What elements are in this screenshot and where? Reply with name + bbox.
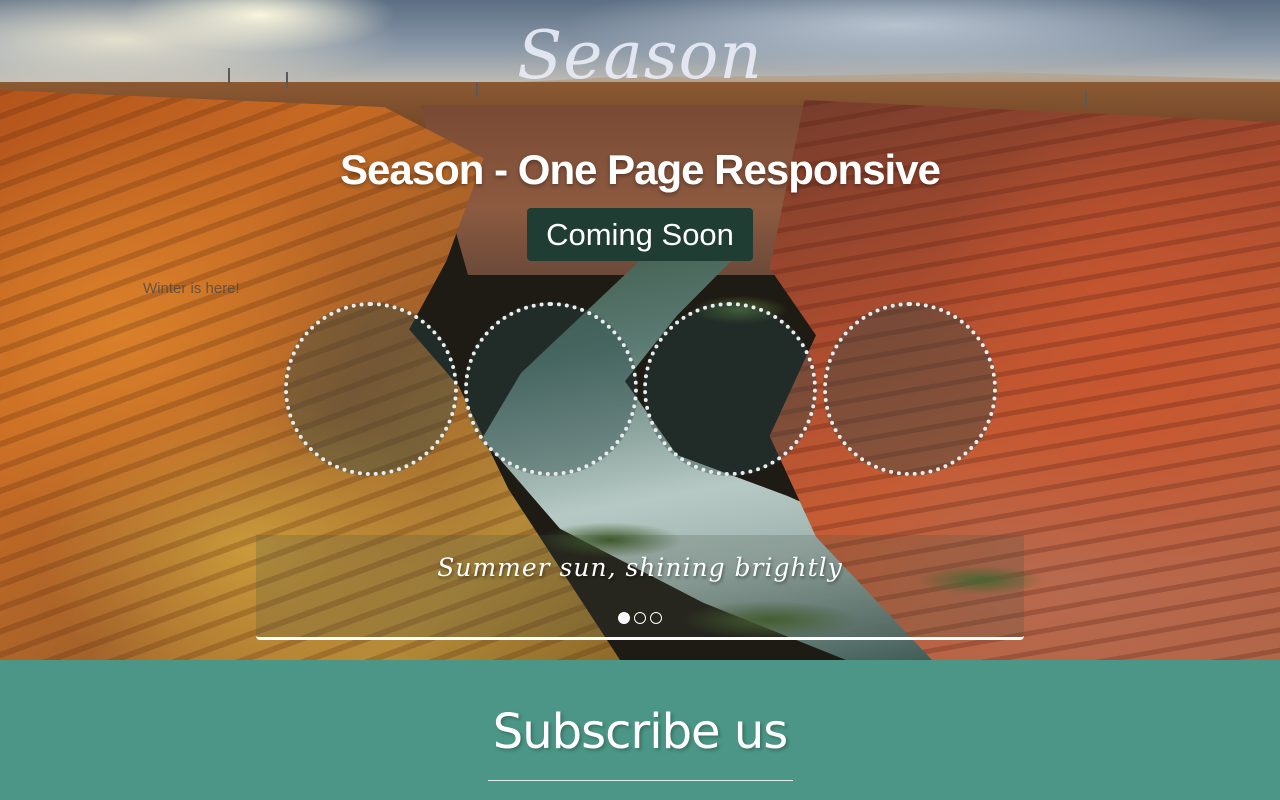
countdown-circle-1 xyxy=(284,302,458,476)
slider-caption: Summer sun, shining brightly xyxy=(437,553,843,582)
winter-text: Winter is here! xyxy=(143,280,240,297)
hero-section: Season Season - One Page Responsive Comi… xyxy=(0,0,1280,660)
slider-pagination xyxy=(618,612,662,624)
page-title: Season - One Page Responsive xyxy=(340,146,941,193)
subscribe-title: Subscribe us xyxy=(492,704,789,760)
countdown-circle-3 xyxy=(643,302,817,476)
countdown-circle-2 xyxy=(464,302,638,476)
site-logo[interactable]: Season xyxy=(0,16,1280,96)
countdown-circle-4 xyxy=(823,302,997,476)
slider-dot-1[interactable] xyxy=(618,612,630,624)
subscribe-section: Subscribe us xyxy=(0,660,1280,800)
slider-dot-2[interactable] xyxy=(634,612,646,624)
quote-slider: Summer sun, shining brightly xyxy=(256,535,1024,640)
subscribe-divider xyxy=(488,780,793,781)
coming-soon-badge: Coming Soon xyxy=(527,208,753,261)
slider-dot-3[interactable] xyxy=(650,612,662,624)
